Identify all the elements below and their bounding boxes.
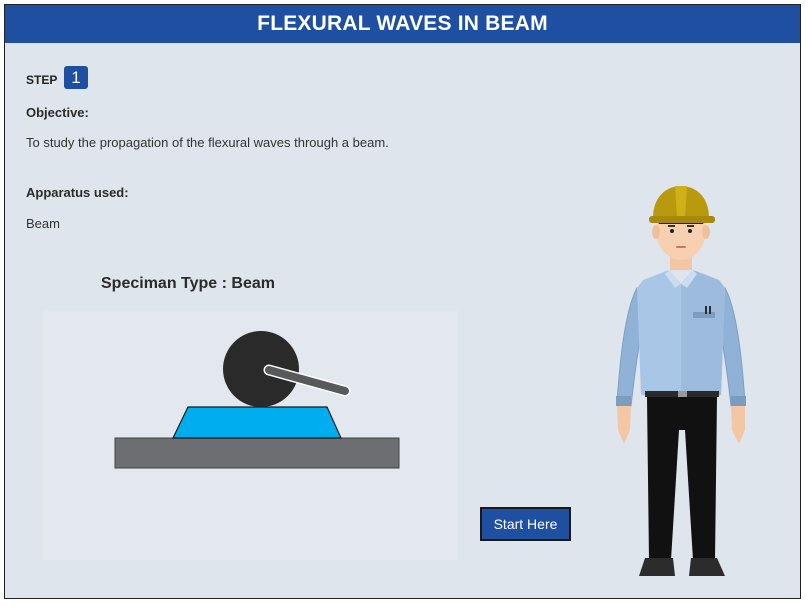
step-label: STEP: [26, 73, 58, 87]
specimen-type-title: Speciman Type : Beam: [101, 275, 275, 292]
hammer-apparatus-icon: [114, 331, 400, 469]
specimen-diagram-panel: [43, 310, 458, 560]
objective-heading: Objective:: [26, 105, 89, 120]
apparatus-heading: Apparatus used:: [26, 185, 129, 200]
hammer-head: [223, 331, 299, 407]
apparatus-text: Beam: [26, 216, 60, 231]
simulation-window: FLEXURAL WAVES IN BEAM STEP 1 Objective:…: [4, 4, 801, 599]
engineer-character-icon: [616, 186, 746, 576]
beam-specimen: [172, 406, 342, 439]
step-number-badge: 1: [64, 66, 88, 89]
page-title: FLEXURAL WAVES IN BEAM: [5, 5, 800, 43]
base-plate: [114, 437, 400, 469]
objective-text: To study the propagation of the flexural…: [26, 135, 389, 150]
start-here-button[interactable]: Start Here: [480, 507, 571, 541]
